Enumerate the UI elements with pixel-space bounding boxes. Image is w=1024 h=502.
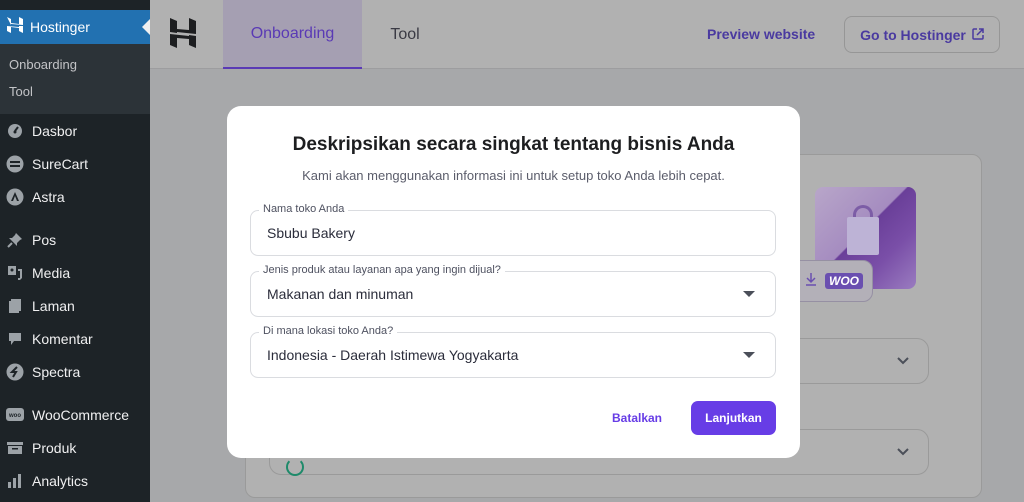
hostinger-logo-icon	[170, 18, 196, 53]
dropdown-caret-icon	[743, 291, 755, 297]
woocommerce-icon: woo	[6, 406, 24, 424]
sidebar-item-label: WooCommerce	[32, 406, 129, 423]
sidebar-item-dasbor[interactable]: Dasbor	[0, 114, 150, 147]
pin-icon	[6, 231, 24, 249]
cancel-button[interactable]: Batalkan	[601, 401, 673, 435]
woo-badge: WOO	[825, 273, 863, 289]
sidebar-item-label: Produk	[32, 439, 77, 456]
astra-icon	[6, 188, 24, 206]
bar-chart-icon	[6, 472, 24, 490]
admin-sidebar: Hostinger Onboarding Tool Dasbor SureCar…	[0, 0, 150, 502]
external-link-icon	[972, 27, 984, 43]
sidebar-menu: Dasbor SureCart Astra Pos Media Laman Ko…	[0, 114, 150, 497]
store-location-select[interactable]: Di mana lokasi toko Anda? Indonesia - Da…	[250, 325, 776, 378]
business-description-modal: Deskripsikan secara singkat tentang bisn…	[227, 106, 800, 458]
modal-subtitle: Kami akan menggunakan informasi ini untu…	[302, 168, 725, 183]
comment-icon	[6, 330, 24, 348]
dropdown-caret-icon	[743, 352, 755, 358]
sidebar-item-woocommerce[interactable]: woo WooCommerce	[0, 398, 150, 431]
sidebar-item-hostinger[interactable]: Hostinger	[0, 10, 150, 44]
store-location-value: Indonesia - Daerah Istimewa Yogyakarta	[267, 347, 519, 363]
hostinger-logo-icon	[6, 16, 24, 39]
tab-onboarding[interactable]: Onboarding	[223, 0, 362, 69]
store-name-label: Nama toko Anda	[259, 203, 349, 215]
sidebar-item-produk[interactable]: Produk	[0, 431, 150, 464]
step-status-icon	[286, 458, 304, 476]
sidebar-item-astra[interactable]: Astra	[0, 180, 150, 213]
sidebar-item-label: SureCart	[32, 155, 89, 172]
sidebar-item-label: Dasbor	[32, 122, 78, 139]
sidebar-item-label: Astra	[32, 188, 65, 205]
sidebar-item-pos[interactable]: Pos	[0, 223, 150, 256]
sidebar-item-label: Spectra	[32, 363, 81, 380]
archive-box-icon	[6, 439, 24, 457]
sidebar-item-komentar[interactable]: Komentar	[0, 322, 150, 355]
media-icon	[6, 264, 24, 282]
sidebar-item-surecart[interactable]: SureCart	[0, 147, 150, 180]
sidebar-item-spectra[interactable]: Spectra	[0, 355, 150, 388]
spectra-icon	[6, 363, 24, 381]
continue-button[interactable]: Lanjutkan	[691, 401, 776, 435]
sidebar-item-laman[interactable]: Laman	[0, 289, 150, 322]
go-to-hostinger-label: Go to Hostinger	[860, 26, 966, 43]
pages-icon	[6, 297, 24, 315]
current-menu-arrow	[142, 19, 150, 35]
sidebar-item-label: Analytics	[32, 472, 89, 489]
submenu-item-tool[interactable]: Tool	[0, 81, 150, 108]
sidebar-submenu: Onboarding Tool	[0, 44, 150, 114]
product-type-select[interactable]: Jenis produk atau layanan apa yang ingin…	[250, 264, 776, 317]
sidebar-item-analytics[interactable]: Analytics	[0, 464, 150, 497]
chevron-down-icon	[896, 444, 910, 462]
product-type-value: Makanan dan minuman	[267, 286, 414, 302]
sidebar-item-label: Laman	[32, 297, 75, 314]
svg-text:woo: woo	[8, 413, 21, 419]
dashboard-gauge-icon	[6, 122, 24, 140]
go-to-hostinger-button[interactable]: Go to Hostinger	[844, 16, 1000, 53]
tab-tool[interactable]: Tool	[362, 0, 448, 69]
sidebar-item-label: Komentar	[32, 330, 93, 347]
sidebar-item-label: Media	[32, 264, 71, 281]
modal-title: Deskripsikan secara singkat tentang bisn…	[292, 134, 735, 155]
store-name-input[interactable]	[267, 225, 757, 241]
sidebar-item-media[interactable]: Media	[0, 256, 150, 289]
product-type-label: Jenis produk atau layanan apa yang ingin…	[259, 264, 505, 276]
preview-website-link[interactable]: Preview website	[707, 26, 815, 42]
store-name-field[interactable]: Nama toko Anda	[250, 203, 776, 256]
sidebar-item-label: Pos	[32, 231, 57, 248]
sidebar-item-label: Hostinger	[30, 19, 90, 35]
surecart-icon	[6, 155, 24, 173]
plugin-header: Onboarding Tool Preview website Go to Ho…	[150, 0, 1024, 69]
chevron-down-icon	[896, 353, 910, 371]
store-location-label: Di mana lokasi toko Anda?	[259, 325, 398, 337]
submenu-item-onboarding[interactable]: Onboarding	[0, 54, 150, 81]
download-icon	[805, 272, 817, 291]
